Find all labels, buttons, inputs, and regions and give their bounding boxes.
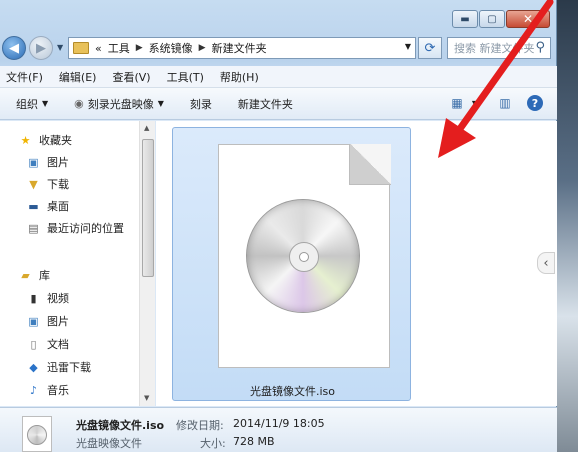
menu-help[interactable]: 帮助(H) bbox=[220, 69, 259, 85]
videos-icon: ▮ bbox=[30, 291, 37, 305]
details-file-type: 光盘映像文件 bbox=[76, 437, 142, 450]
sidebar-item-xunlei-downloads[interactable]: ◆ 迅雷下载 bbox=[26, 358, 91, 376]
sidebar-item-label: 迅雷下载 bbox=[47, 361, 91, 374]
annotation-arrow-icon bbox=[438, 0, 554, 158]
pictures-icon: ▣ bbox=[28, 155, 39, 169]
address-dropdown-icon[interactable]: ▼ bbox=[405, 42, 411, 51]
size-value: 728 MB bbox=[233, 435, 275, 448]
file-thumbnail-icon bbox=[22, 416, 52, 452]
star-icon: ★ bbox=[20, 133, 31, 147]
burn-button[interactable]: 刻录 bbox=[190, 96, 212, 112]
sidebar-item-label: 最近访问的位置 bbox=[47, 222, 124, 235]
sidebar-item-pictures[interactable]: ▣ 图片 bbox=[26, 153, 69, 171]
folder-icon bbox=[73, 42, 89, 54]
libraries-icon: ▰ bbox=[21, 268, 30, 282]
file-list-pane: 光盘镜像文件.iso bbox=[156, 121, 557, 406]
breadcrumb-item[interactable]: 系统镜像 bbox=[149, 40, 193, 56]
pictures-icon: ▣ bbox=[28, 314, 39, 328]
sidebar-item-lib-pictures[interactable]: ▣ 图片 bbox=[26, 312, 69, 330]
organize-button[interactable]: 组织 ▼ bbox=[16, 96, 48, 112]
breadcrumb-overflow[interactable]: « bbox=[95, 42, 102, 55]
sidebar-item-label: 视频 bbox=[47, 292, 69, 305]
menu-file[interactable]: 文件(F) bbox=[6, 69, 43, 85]
menu-view[interactable]: 查看(V) bbox=[112, 69, 150, 85]
sidebar-item-label: 文档 bbox=[47, 338, 69, 351]
breadcrumb-item[interactable]: 新建文件夹 bbox=[212, 40, 267, 56]
breadcrumb-separator-icon[interactable]: ▶ bbox=[136, 43, 143, 53]
disc-hole bbox=[299, 252, 309, 262]
menu-edit[interactable]: 编辑(E) bbox=[59, 69, 97, 85]
recent-pages-dropdown-icon[interactable]: ▼ bbox=[57, 43, 63, 52]
disc-burn-icon: ◉ bbox=[74, 97, 84, 110]
burn-image-label: 刻录光盘映像 bbox=[87, 97, 154, 111]
new-folder-label: 新建文件夹 bbox=[237, 97, 293, 111]
details-pane: 光盘镜像文件.iso 光盘映像文件 修改日期: 2014/11/9 18:05 … bbox=[0, 407, 557, 452]
sidebar-item-desktop[interactable]: ▬ 桌面 bbox=[26, 197, 69, 215]
desktop-icon: ▬ bbox=[28, 199, 39, 213]
burn-label: 刻录 bbox=[189, 97, 212, 111]
sidebar-item-downloads[interactable]: ▼ 下载 bbox=[26, 175, 69, 193]
sidebar-item-favorites[interactable]: ★ 收藏夹 bbox=[18, 131, 72, 149]
sidebar-item-label: 音乐 bbox=[47, 384, 69, 397]
menu-tools[interactable]: 工具(T) bbox=[167, 69, 204, 85]
navigation-pane: ★ 收藏夹 ▣ 图片 ▼ 下载 ▬ 桌面 ▤ 最近访问的位置 ▰ 库 ▮ 视频 … bbox=[0, 121, 155, 406]
sidebar-item-label: 图片 bbox=[47, 315, 69, 328]
sidebar-item-music[interactable]: ♪ 音乐 bbox=[26, 381, 69, 399]
sidebar-item-libraries[interactable]: ▰ 库 bbox=[18, 266, 50, 284]
details-file-name: 光盘镜像文件.iso bbox=[76, 419, 165, 432]
organize-label: 组织 bbox=[16, 97, 38, 111]
sidebar-item-label: 图片 bbox=[47, 156, 69, 169]
recent-places-icon: ▤ bbox=[28, 221, 39, 235]
xunlei-icon: ◆ bbox=[29, 360, 38, 374]
chevron-down-icon: ▼ bbox=[42, 99, 49, 108]
file-item-iso[interactable]: 光盘镜像文件.iso bbox=[172, 127, 411, 401]
downloads-folder-icon: ▼ bbox=[29, 177, 38, 191]
sidebar-scrollbar[interactable]: ▲ ▼ bbox=[139, 121, 155, 406]
page-fold-icon bbox=[349, 144, 391, 185]
refresh-icon: ⟳ bbox=[424, 40, 436, 56]
sidebar-item-label: 库 bbox=[39, 269, 50, 282]
burn-image-button[interactable]: ◉ 刻录光盘映像 ▼ bbox=[74, 96, 164, 112]
new-folder-button[interactable]: 新建文件夹 bbox=[238, 96, 293, 112]
sidebar-item-label: 收藏夹 bbox=[39, 134, 72, 147]
sidebar-item-videos[interactable]: ▮ 视频 bbox=[26, 289, 69, 307]
desktop-background bbox=[556, 0, 578, 452]
mini-disc-icon bbox=[27, 425, 47, 445]
file-name-label: 光盘镜像文件.iso bbox=[249, 385, 335, 398]
disc-icon bbox=[246, 199, 360, 313]
modified-date-label: 修改日期: bbox=[176, 419, 224, 432]
size-label: 大小: bbox=[200, 437, 226, 450]
forward-button[interactable]: ▶ bbox=[29, 36, 53, 60]
sidebar-item-documents[interactable]: ▯ 文档 bbox=[26, 335, 69, 353]
sidebar-item-label: 桌面 bbox=[47, 200, 69, 213]
chevron-left-icon[interactable]: ‹ bbox=[537, 252, 555, 274]
sidebar-item-label: 下载 bbox=[47, 178, 69, 191]
chevron-down-icon: ▼ bbox=[157, 99, 164, 108]
back-button[interactable]: ◀ bbox=[2, 36, 26, 60]
modified-date-value: 2014/11/9 18:05 bbox=[233, 417, 325, 430]
address-bar[interactable]: « 工具 ▶ 系统镜像 ▶ 新建文件夹 ▼ bbox=[68, 37, 416, 59]
breadcrumb-item[interactable]: 工具 bbox=[108, 40, 130, 56]
scroll-down-icon[interactable]: ▼ bbox=[144, 394, 149, 402]
breadcrumb-separator-icon[interactable]: ▶ bbox=[199, 43, 206, 53]
disc-hub bbox=[289, 242, 319, 272]
scroll-up-icon[interactable]: ▲ bbox=[144, 124, 149, 132]
scrollbar-thumb[interactable] bbox=[142, 139, 154, 277]
music-icon: ♪ bbox=[29, 383, 38, 397]
sidebar-item-recent-places[interactable]: ▤ 最近访问的位置 bbox=[26, 219, 124, 237]
documents-icon: ▯ bbox=[30, 337, 37, 351]
